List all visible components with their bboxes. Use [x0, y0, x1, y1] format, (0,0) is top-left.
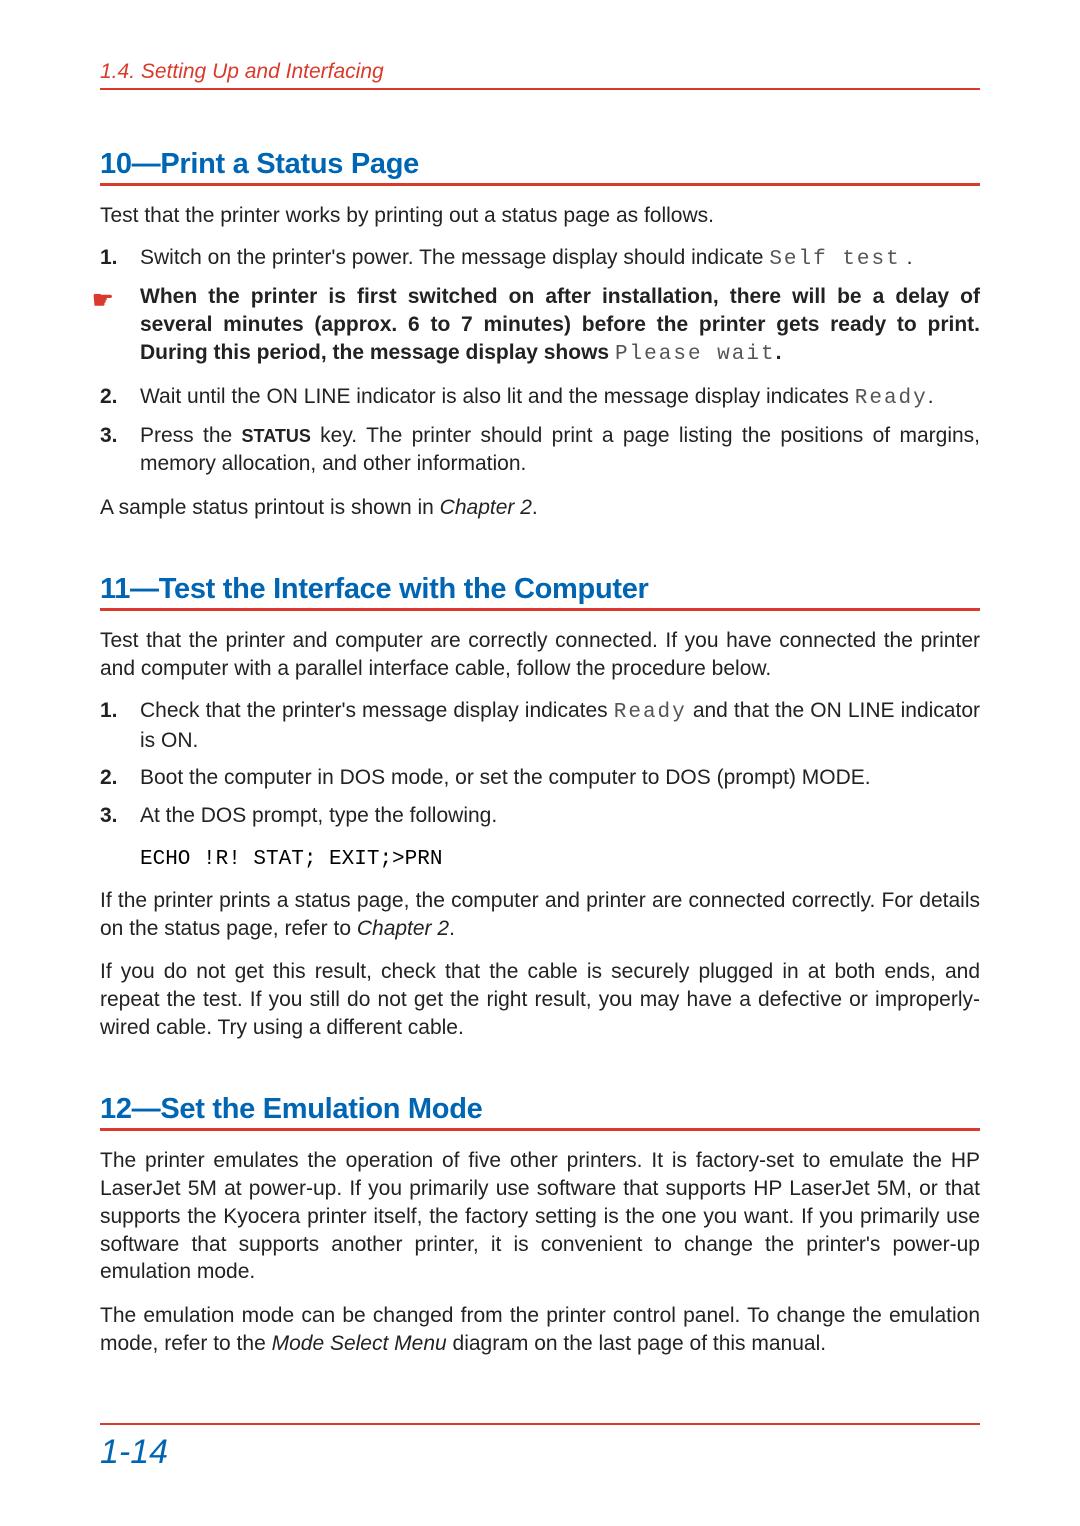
- text: A sample status printout is shown in: [100, 496, 440, 519]
- text: .: [449, 917, 455, 940]
- dos-command: ECHO !R! STAT; EXIT;>PRN: [140, 848, 980, 871]
- s10-outro: A sample status printout is shown in Cha…: [100, 494, 980, 522]
- status-key: STATUS: [242, 426, 311, 446]
- text: Press the: [140, 424, 242, 447]
- lcd-text: Ready: [614, 701, 687, 724]
- lcd-text: Self test: [769, 248, 900, 271]
- list-number: 3.: [100, 802, 118, 830]
- text: Boot the computer in DOS mode, or set th…: [140, 766, 871, 789]
- s10-step-3: 3. Press the STATUS key. The printer sho…: [100, 422, 980, 477]
- section-10-title: 10—Print a Status Page: [100, 148, 980, 186]
- s11-step-1: 1. Check that the printer's message disp…: [100, 697, 980, 754]
- s11-step-3: 3. At the DOS prompt, type the following…: [100, 802, 980, 830]
- list-number: 2.: [100, 764, 118, 792]
- s10-step-1: 1. Switch on the printer's power. The me…: [100, 244, 980, 274]
- text: .: [928, 385, 934, 408]
- text: If the printer prints a status page, the…: [100, 889, 980, 940]
- text: .: [776, 341, 782, 364]
- s11-step-2: 2. Boot the computer in DOS mode, or set…: [100, 764, 980, 792]
- list-number: 1.: [100, 244, 118, 272]
- section-12-title: 12—Set the Emulation Mode: [100, 1093, 980, 1131]
- text: Check that the printer's message display…: [140, 699, 614, 722]
- text: Switch on the printer's power. The messa…: [140, 246, 769, 269]
- text: diagram on the last page of this manual.: [447, 1332, 826, 1355]
- text: When the printer is first switched on af…: [140, 285, 980, 363]
- lcd-text: Ready: [855, 387, 928, 410]
- section-10-intro: Test that the printer works by printing …: [100, 202, 980, 230]
- page-number: 1-14: [100, 1433, 980, 1472]
- text: At the DOS prompt, type the following.: [140, 804, 497, 827]
- s10-note: ☛ When the printer is first switched on …: [100, 283, 980, 368]
- running-header: 1.4. Setting Up and Interfacing: [100, 60, 980, 90]
- menu-ref: Mode Select Menu: [272, 1332, 447, 1355]
- s11-after-1: If the printer prints a status page, the…: [100, 887, 980, 942]
- text: .: [532, 496, 538, 519]
- lcd-text: Please wait: [615, 343, 776, 366]
- chapter-ref: Chapter 2: [440, 496, 532, 519]
- list-number: 1.: [100, 697, 118, 725]
- s11-after-2: If you do not get this result, check tha…: [100, 958, 980, 1041]
- list-number: 2.: [100, 383, 118, 411]
- text: Wait until the ON LINE indicator is also…: [140, 385, 855, 408]
- s10-step-2: 2. Wait until the ON LINE indicator is a…: [100, 383, 980, 413]
- pointer-icon: ☛: [92, 285, 114, 317]
- s12-para-2: The emulation mode can be changed from t…: [100, 1302, 980, 1357]
- chapter-ref: Chapter 2: [357, 917, 449, 940]
- s12-para-1: The printer emulates the operation of fi…: [100, 1147, 980, 1286]
- section-11-title: 11—Test the Interface with the Computer: [100, 573, 980, 611]
- text: .: [901, 246, 913, 269]
- footer-rule: [100, 1423, 980, 1425]
- section-11-intro: Test that the printer and computer are c…: [100, 627, 980, 682]
- list-number: 3.: [100, 422, 118, 450]
- page-footer: 1-14: [100, 1423, 980, 1472]
